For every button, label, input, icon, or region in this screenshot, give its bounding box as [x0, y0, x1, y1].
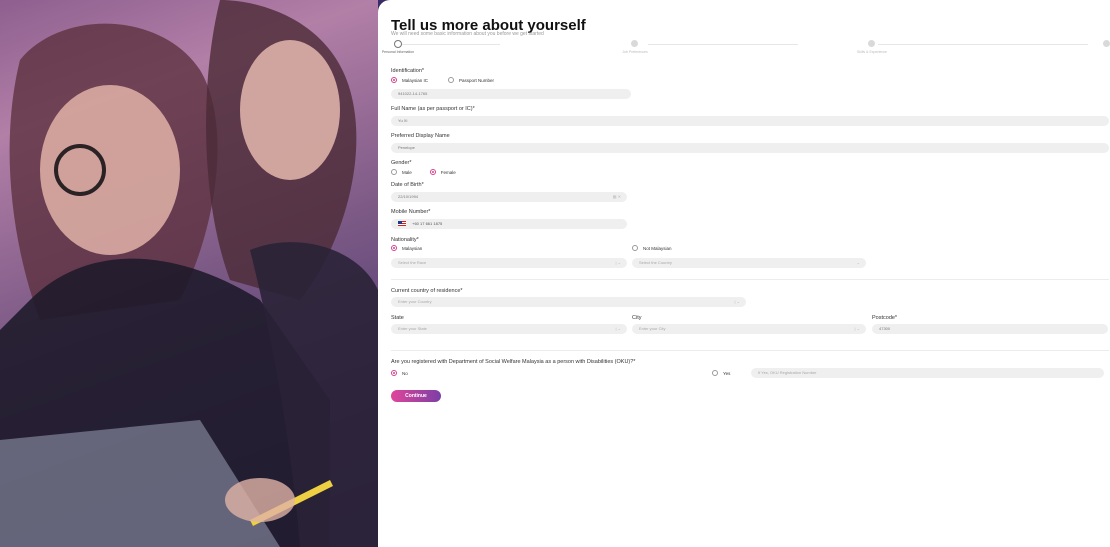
gender-options: Male Female — [391, 168, 456, 176]
step-label-personal: Personal Information — [381, 50, 415, 54]
country-select[interactable]: Select the Country ⌄ — [632, 258, 866, 268]
race-select[interactable]: Select the Race | ⌄ — [391, 258, 627, 268]
chevron-down-icon: | ⌄ — [615, 260, 621, 265]
nationality-label: Nationality* — [391, 237, 419, 243]
step-dot-review[interactable] — [1103, 40, 1110, 47]
postcode-label: Postcode* — [872, 315, 898, 321]
nationality-not-malaysian-option: Not Malaysian — [632, 244, 672, 252]
state-select[interactable]: Enter your State | ⌄ — [391, 324, 627, 334]
radio-oku-yes[interactable] — [712, 370, 718, 376]
step-dot-skills[interactable] — [868, 40, 875, 47]
residence-label: Current country of residence* — [391, 288, 463, 294]
gender-label: Gender* — [391, 160, 412, 166]
chevron-down-icon: | ⌄ — [734, 299, 740, 304]
display-name-input[interactable]: Penelope — [391, 143, 1109, 153]
display-name-label: Preferred Display Name — [391, 133, 450, 139]
mobile-value: +60 17 661 1875 — [412, 221, 443, 226]
dob-input[interactable]: 22/10/1994 ▦ ✕ — [391, 192, 627, 202]
step-dot-job[interactable] — [631, 40, 638, 47]
chevron-down-icon: | ⌄ — [615, 326, 621, 331]
chevron-down-icon: | ⌄ — [854, 326, 860, 331]
identification-options: Malaysian IC Passport Number — [391, 76, 494, 84]
mobile-input[interactable]: +60 17 661 1875 — [391, 219, 627, 229]
radio-female-label: Female — [440, 169, 456, 175]
state-placeholder: Enter your State — [398, 326, 427, 331]
oku-yes-option: Yes — [712, 369, 730, 377]
country-placeholder: Select the Country — [639, 260, 672, 265]
mobile-label: Mobile Number* — [391, 209, 431, 215]
city-select[interactable]: Enter your City | ⌄ — [632, 324, 866, 334]
radio-oku-no[interactable] — [391, 370, 397, 376]
nationality-malaysian-option: Malaysian — [391, 244, 422, 252]
page-subtitle: We will need some basic information abou… — [391, 31, 544, 37]
section-divider — [391, 350, 1109, 351]
hero-illustration — [0, 0, 378, 547]
step-label-job: Job Preferences — [622, 50, 648, 54]
radio-not-malaysian[interactable] — [632, 245, 638, 251]
hero-photo — [0, 0, 378, 547]
radio-male[interactable] — [391, 169, 397, 175]
radio-female[interactable] — [429, 169, 436, 175]
oku-no-option: No — [391, 369, 408, 377]
city-placeholder: Enter your City — [639, 326, 666, 331]
radio-passport-label: Passport Number — [459, 77, 495, 83]
residence-select[interactable]: Enter your Country | ⌄ — [391, 297, 746, 307]
radio-malaysian[interactable] — [391, 245, 397, 251]
radio-malaysian-ic-label: Malaysian IC — [402, 77, 429, 83]
calendar-clear-icons[interactable]: ▦ ✕ — [613, 192, 621, 202]
stepper-line — [648, 44, 798, 45]
radio-malaysian-ic[interactable] — [391, 77, 397, 83]
radio-oku-no-label: No — [402, 370, 408, 376]
identification-input[interactable]: 941022-14-1765 — [391, 89, 631, 99]
residence-placeholder: Enter your Country — [398, 299, 432, 304]
dob-label: Date of Birth* — [391, 182, 424, 188]
radio-not-malaysian-label: Not Malaysian — [643, 245, 672, 251]
section-divider — [391, 279, 1109, 280]
step-dot-personal[interactable] — [394, 40, 402, 48]
malaysia-flag-icon[interactable] — [398, 221, 406, 227]
oku-label: Are you registered with Department of So… — [391, 359, 636, 365]
radio-malaysian-label: Malaysian — [402, 245, 423, 251]
state-label: State — [391, 315, 404, 321]
oku-registration-input[interactable]: If Yes, OKU Registration Number — [751, 368, 1104, 378]
city-label: City — [632, 315, 642, 321]
chevron-down-icon: ⌄ — [856, 260, 860, 265]
postcode-input[interactable]: 47300 — [872, 324, 1108, 334]
form-panel: Tell us more about yourself We will need… — [378, 0, 1110, 547]
identification-label: Identification* — [391, 68, 425, 74]
step-label-skills: Skills & Experience — [857, 50, 887, 54]
race-placeholder: Select the Race — [398, 260, 427, 265]
radio-male-label: Male — [402, 169, 412, 175]
progress-stepper: Personal Information Job Preferences Ski… — [378, 40, 1110, 60]
full-name-input[interactable]: Yu Xi — [391, 116, 1109, 126]
stepper-line — [400, 44, 500, 45]
radio-passport[interactable] — [448, 77, 455, 83]
continue-button[interactable]: Continue — [391, 390, 441, 402]
full-name-label: Full Name (as per passport or IC)* — [391, 106, 475, 112]
dob-value: 22/10/1994 — [398, 194, 419, 199]
stepper-line — [878, 44, 1088, 45]
radio-oku-yes-label: Yes — [723, 370, 731, 376]
